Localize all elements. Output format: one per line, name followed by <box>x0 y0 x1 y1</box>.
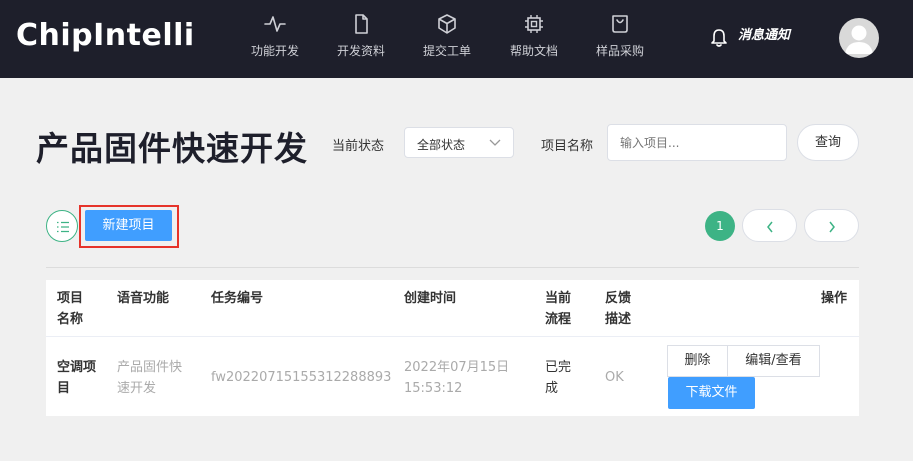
column-header: 操作 <box>821 291 848 306</box>
created-time-cell: 2022年07月15日 15:53:12 <box>404 360 510 396</box>
chevron-left-icon <box>767 221 773 233</box>
logo[interactable]: ChipIntelli <box>16 18 195 53</box>
status-select[interactable]: 全部状态 <box>404 127 514 158</box>
notifications-link[interactable]: 消息通知 <box>738 24 790 43</box>
avatar[interactable] <box>839 18 879 58</box>
pulse-icon <box>264 16 286 32</box>
list-view-button[interactable] <box>46 210 78 242</box>
column-header: 反馈 描述 <box>605 291 632 327</box>
chevron-down-icon <box>489 139 501 146</box>
project-name-label: 项目名称 <box>541 139 594 154</box>
list-icon <box>57 221 69 233</box>
status-select-value: 全部状态 <box>417 138 466 152</box>
column-header: 项目 名称 <box>57 291 84 327</box>
column-header: 创建时间 <box>404 291 457 306</box>
chevron-right-icon <box>829 221 835 233</box>
download-file-button[interactable]: 下载文件 <box>668 377 755 409</box>
page-title: 产品固件快速开发 <box>36 129 308 168</box>
project-name-cell: 空调项 目 <box>57 360 97 396</box>
nav-item-submit-ticket[interactable]: 提交工单 <box>415 14 479 59</box>
nav-item-label: 帮助文档 <box>509 44 558 58</box>
user-icon <box>845 25 873 54</box>
process-cell: 已完 成 <box>545 360 572 396</box>
divider <box>46 336 859 337</box>
chip-icon <box>525 15 543 33</box>
pagination-prev-button[interactable] <box>742 209 797 242</box>
nav-item-label: 功能开发 <box>250 44 299 58</box>
nav-item-feature-dev[interactable]: 功能开发 <box>243 14 307 59</box>
status-filter-label: 当前状态 <box>332 139 385 154</box>
top-nav-bar: ChipIntelli 功能开发 开发资料 提交工单 帮助文档 样品采购 消息通… <box>0 0 913 78</box>
delete-button[interactable]: 删除 <box>667 345 728 377</box>
cube-icon <box>438 14 456 34</box>
new-project-button[interactable]: 新建项目 <box>85 210 172 241</box>
document-icon <box>355 14 368 34</box>
edit-view-button[interactable]: 编辑/查看 <box>727 345 820 377</box>
task-id-cell: fw20220715155312288893 <box>211 370 392 385</box>
column-header: 语音功能 <box>117 291 170 306</box>
column-header: 任务编号 <box>211 291 264 306</box>
shopping-bag-icon <box>612 15 628 33</box>
nav-item-label: 提交工单 <box>422 44 471 58</box>
column-header: 当前 流程 <box>545 291 572 327</box>
feedback-cell: OK <box>605 370 624 385</box>
pagination-next-button[interactable] <box>804 209 859 242</box>
nav-item-sample-purchase[interactable]: 样品采购 <box>588 14 652 59</box>
divider <box>46 267 859 268</box>
nav-item-label: 样品采购 <box>595 44 644 58</box>
nav-item-dev-docs[interactable]: 开发资料 <box>329 14 393 59</box>
nav-item-help-docs[interactable]: 帮助文档 <box>502 14 566 59</box>
function-cell: 产品固件快 速开发 <box>117 360 183 396</box>
nav-item-label: 开发资料 <box>336 44 385 58</box>
bell-icon[interactable] <box>710 28 728 48</box>
projects-table: 项目 名称 语音功能 任务编号 创建时间 当前 流程 反馈 描述 操作 空调项 … <box>46 280 859 416</box>
pagination-page-1[interactable]: 1 <box>705 211 735 241</box>
project-name-input[interactable] <box>607 124 787 161</box>
query-button[interactable]: 查询 <box>797 124 859 161</box>
